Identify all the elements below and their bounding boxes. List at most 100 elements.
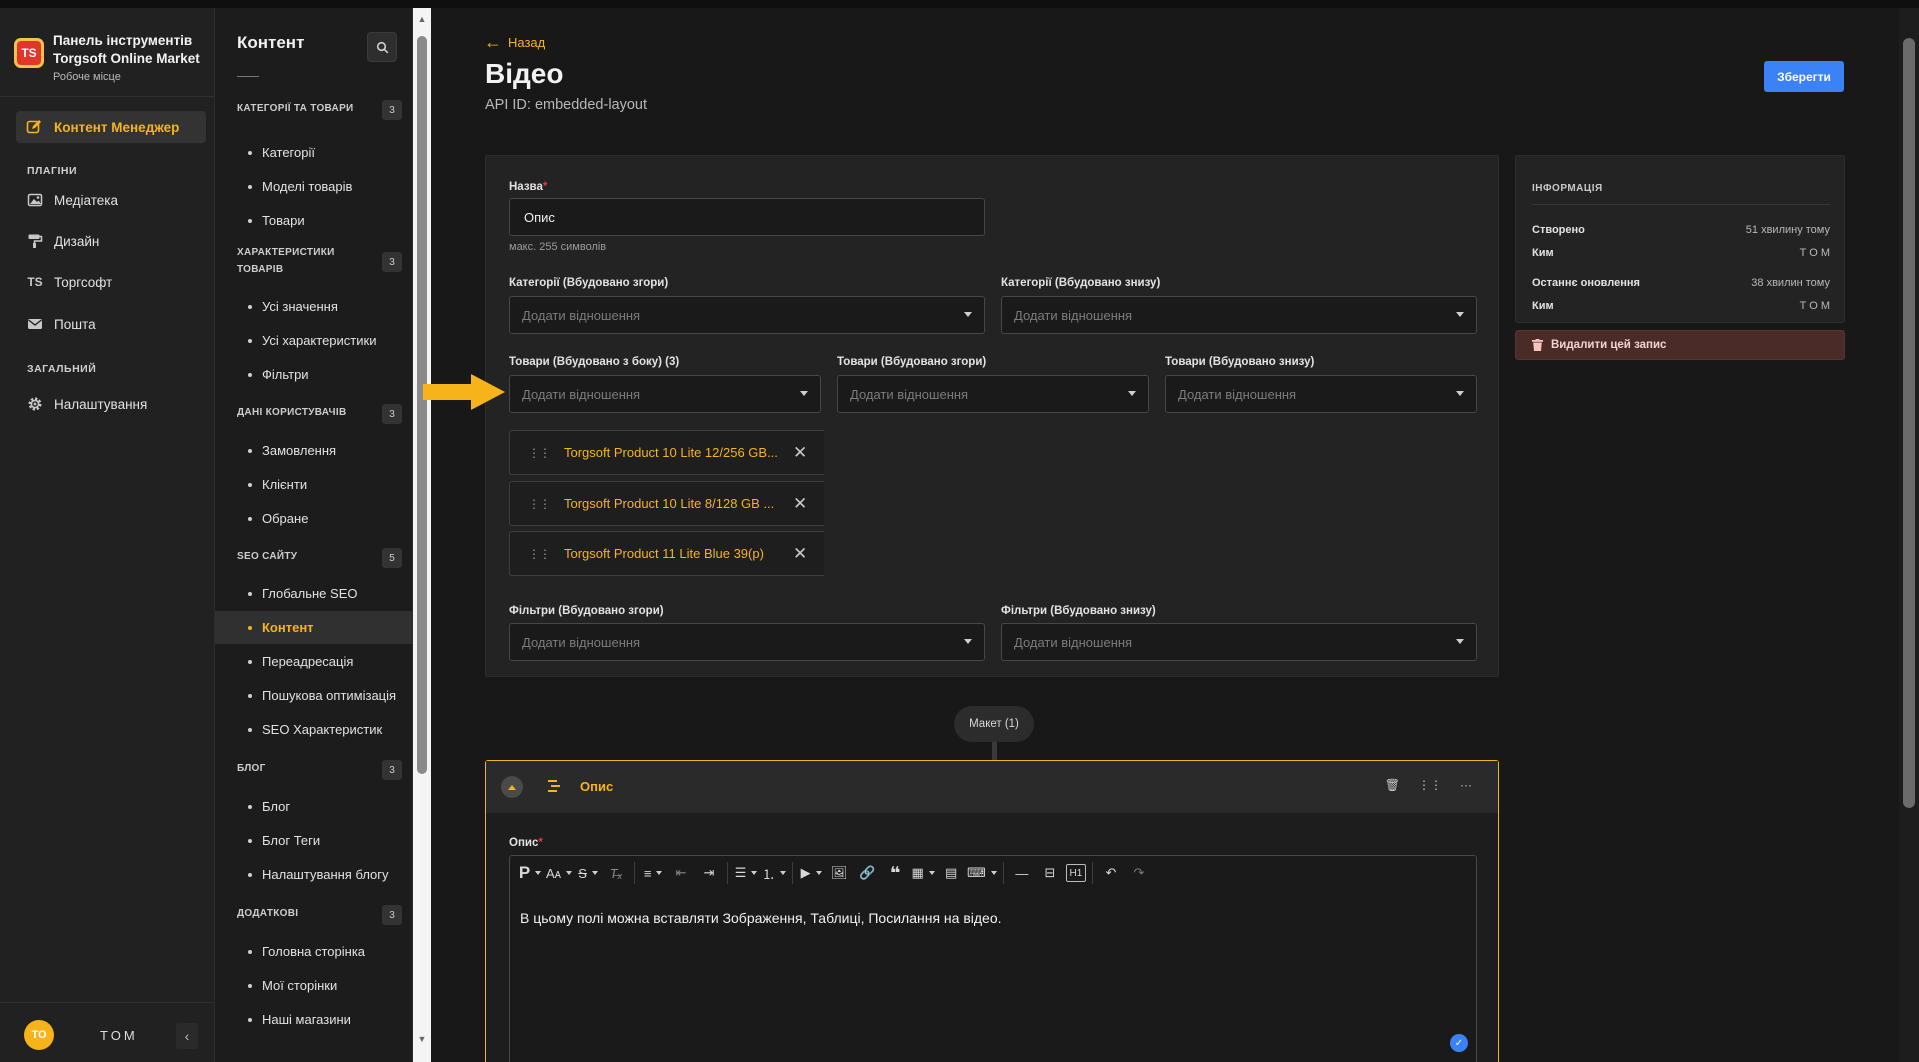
content-item-orders[interactable]: Замовлення <box>215 434 412 467</box>
content-group-additional[interactable]: ДОДАТКОВІ 3 <box>237 905 402 925</box>
nav-item-design[interactable]: Дизайн <box>27 230 99 252</box>
nav-item-media-library[interactable]: Медіатека <box>27 189 118 211</box>
back-link[interactable]: ← Назад <box>484 32 545 53</box>
redo-icon[interactable]: ↷ <box>1127 859 1151 887</box>
rich-text-editor[interactable]: В цьому полі можна вставляти Зображення,… <box>509 890 1477 1062</box>
content-item-my-pages[interactable]: Мої сторінки <box>215 969 412 1002</box>
code-block-icon[interactable]: ⌨ <box>967 859 997 887</box>
content-group-blog[interactable]: БЛОГ 3 <box>237 760 402 780</box>
content-item-home-page[interactable]: Головна сторінка <box>215 935 412 968</box>
scrollbar-thumb[interactable] <box>1903 38 1915 808</box>
content-item-global-seo[interactable]: Глобальне SEO <box>215 577 412 610</box>
collapse-component-button[interactable] <box>501 776 523 798</box>
main-scrollbar[interactable] <box>1899 8 1919 1062</box>
content-item-blog[interactable]: Блог <box>215 790 412 823</box>
nav-item-mail[interactable]: Пошта <box>27 313 96 335</box>
content-item-favorites[interactable]: Обране <box>215 502 412 535</box>
content-group-user-data[interactable]: ДАНІ КОРИСТУВАЧІВ 3 <box>237 404 402 424</box>
insert-image-icon[interactable]: 🖼 <box>827 859 851 887</box>
bulleted-list-icon[interactable]: ☰ <box>734 859 758 887</box>
scroll-up-icon[interactable]: ▲ <box>417 14 427 24</box>
horizontal-line-icon[interactable]: ― <box>1010 859 1034 887</box>
content-group-categories[interactable]: КАТЕГОРІЇ ТА ТОВАРИ 3 <box>237 100 402 120</box>
group-label: КАТЕГОРІЇ ТА ТОВАРИ <box>237 103 354 114</box>
filters-bottom-select[interactable]: Додати відношення <box>1001 623 1477 661</box>
content-item-label: Головна сторінка <box>262 944 366 959</box>
content-item-clients[interactable]: Клієнти <box>215 468 412 501</box>
products-side-select[interactable]: Додати відношення <box>509 375 821 413</box>
numbered-list-icon[interactable]: ⒈ <box>762 859 786 887</box>
content-item-seo-characteristics[interactable]: SEO Характеристик <box>215 713 412 746</box>
content-item-all-characteristics[interactable]: Усі характеристики <box>215 324 412 357</box>
table-icon[interactable]: ▦ <box>911 859 935 887</box>
content-item-filters[interactable]: Фільтри <box>215 358 412 391</box>
content-item-label: Обране <box>262 511 309 526</box>
link-icon[interactable]: 🔗 <box>855 859 879 887</box>
avatar[interactable]: TO <box>24 1020 54 1050</box>
relation-item[interactable]: ⋮⋮ Torgsoft Product 10 Lite 12/256 GB...… <box>509 430 824 475</box>
content-navigation: Контент КАТЕГОРІЇ ТА ТОВАРИ 3 Категорії … <box>215 8 413 1062</box>
delete-label: Видалити цей запис <box>1551 339 1667 351</box>
collapse-nav-button[interactable]: ‹ <box>176 1023 198 1049</box>
content-group-characteristics[interactable]: ХАРАКТЕРИСТИКИ ТОВАРІВ 3 <box>237 244 402 278</box>
delete-entry-button[interactable]: Видалити цей запис <box>1515 330 1845 360</box>
chevron-down-icon <box>964 312 972 317</box>
content-item-categories[interactable]: Категорії <box>215 136 412 169</box>
remove-relation-icon[interactable]: ✕ <box>793 544 807 564</box>
dynamic-zone-component: Опис 🗑 ⋮⋮ ··· Опис* P Aᴀ S T̶ₓ ≡ ⇤ ⇥ ☰ ⒈… <box>485 760 1499 1062</box>
scroll-down-icon[interactable]: ▼ <box>417 1034 427 1044</box>
nav-item-settings[interactable]: Налаштування <box>27 393 147 415</box>
remove-relation-icon[interactable]: ✕ <box>793 494 807 514</box>
drag-handle-icon[interactable]: ⋮⋮ <box>528 547 551 561</box>
back-label: Назад <box>508 35 546 50</box>
relation-link[interactable]: Torgsoft Product 10 Lite 8/128 GB ... <box>564 496 782 511</box>
nav-item-content-manager[interactable]: Контент Менеджер <box>16 111 206 143</box>
drag-handle-icon[interactable]: ⋮⋮ <box>528 446 551 460</box>
content-group-seo[interactable]: SEO САЙТУ 5 <box>237 548 402 568</box>
clear-format-icon[interactable]: T̶ₓ <box>604 859 628 887</box>
save-button[interactable]: Зберегти <box>1764 61 1844 92</box>
indent-icon[interactable]: ⇥ <box>697 859 721 887</box>
relation-link[interactable]: Torgsoft Product 11 Lite Blue 39(p) <box>564 546 782 561</box>
undo-icon[interactable]: ↶ <box>1099 859 1123 887</box>
trash-icon[interactable]: 🗑 <box>1385 778 1400 792</box>
outdent-icon[interactable]: ⇤ <box>669 859 693 887</box>
content-nav-scrollbar[interactable]: ▲ ▼ <box>413 8 431 1062</box>
editor-content[interactable]: В цьому полі можна вставляти Зображення,… <box>520 910 1002 926</box>
align-icon[interactable]: ≡ <box>641 859 665 887</box>
relation-item[interactable]: ⋮⋮ Torgsoft Product 11 Lite Blue 39(p) ✕ <box>509 531 824 576</box>
name-input[interactable]: Опис <box>509 198 985 236</box>
filters-top-select[interactable]: Додати відношення <box>509 623 985 661</box>
drag-handle-icon[interactable]: ⋮⋮ <box>528 497 551 511</box>
drag-handle-icon[interactable]: ⋮⋮ <box>1418 778 1442 792</box>
more-icon[interactable]: ··· <box>1460 778 1472 792</box>
relation-link[interactable]: Torgsoft Product 10 Lite 12/256 GB... <box>564 445 782 460</box>
content-search-button[interactable] <box>367 32 397 62</box>
page-break-icon[interactable]: ⊟ <box>1038 859 1062 887</box>
heading-icon[interactable]: H1 <box>1065 864 1086 882</box>
strikethrough-icon[interactable]: S <box>576 859 600 887</box>
paragraph-format-icon[interactable]: P <box>518 859 542 887</box>
blockquote-icon[interactable]: ❝ <box>883 859 907 887</box>
content-item-blog-settings[interactable]: Налаштування блогу <box>215 858 412 891</box>
content-item-search-optimization[interactable]: Пошукова оптимізація <box>215 679 412 712</box>
categories-top-select[interactable]: Додати відношення <box>509 296 985 334</box>
content-item-product-models[interactable]: Моделі товарів <box>215 170 412 203</box>
html-embed-icon[interactable]: ▤ <box>939 859 963 887</box>
dynamic-zone-pill[interactable]: Макет (1) <box>954 706 1034 742</box>
content-item-content[interactable]: Контент <box>215 611 412 644</box>
content-item-all-values[interactable]: Усі значення <box>215 290 412 323</box>
products-top-select[interactable]: Додати відношення <box>837 375 1149 413</box>
content-item-our-stores[interactable]: Наші магазини <box>215 1003 412 1036</box>
categories-bottom-select[interactable]: Додати відношення <box>1001 296 1477 334</box>
font-size-icon[interactable]: Aᴀ <box>546 859 572 887</box>
content-item-blog-tags[interactable]: Блог Теги <box>215 824 412 857</box>
media-embed-icon[interactable]: ▶ <box>799 859 823 887</box>
nav-item-torgsoft[interactable]: TS Торгсофт <box>27 271 112 293</box>
relation-item[interactable]: ⋮⋮ Torgsoft Product 10 Lite 8/128 GB ...… <box>509 481 824 526</box>
remove-relation-icon[interactable]: ✕ <box>793 443 807 463</box>
content-item-redirects[interactable]: Переадресація <box>215 645 412 678</box>
products-bottom-select[interactable]: Додати відношення <box>1165 375 1477 413</box>
component-header[interactable]: Опис 🗑 ⋮⋮ ··· <box>486 761 1498 813</box>
content-item-products[interactable]: Товари <box>215 204 412 237</box>
